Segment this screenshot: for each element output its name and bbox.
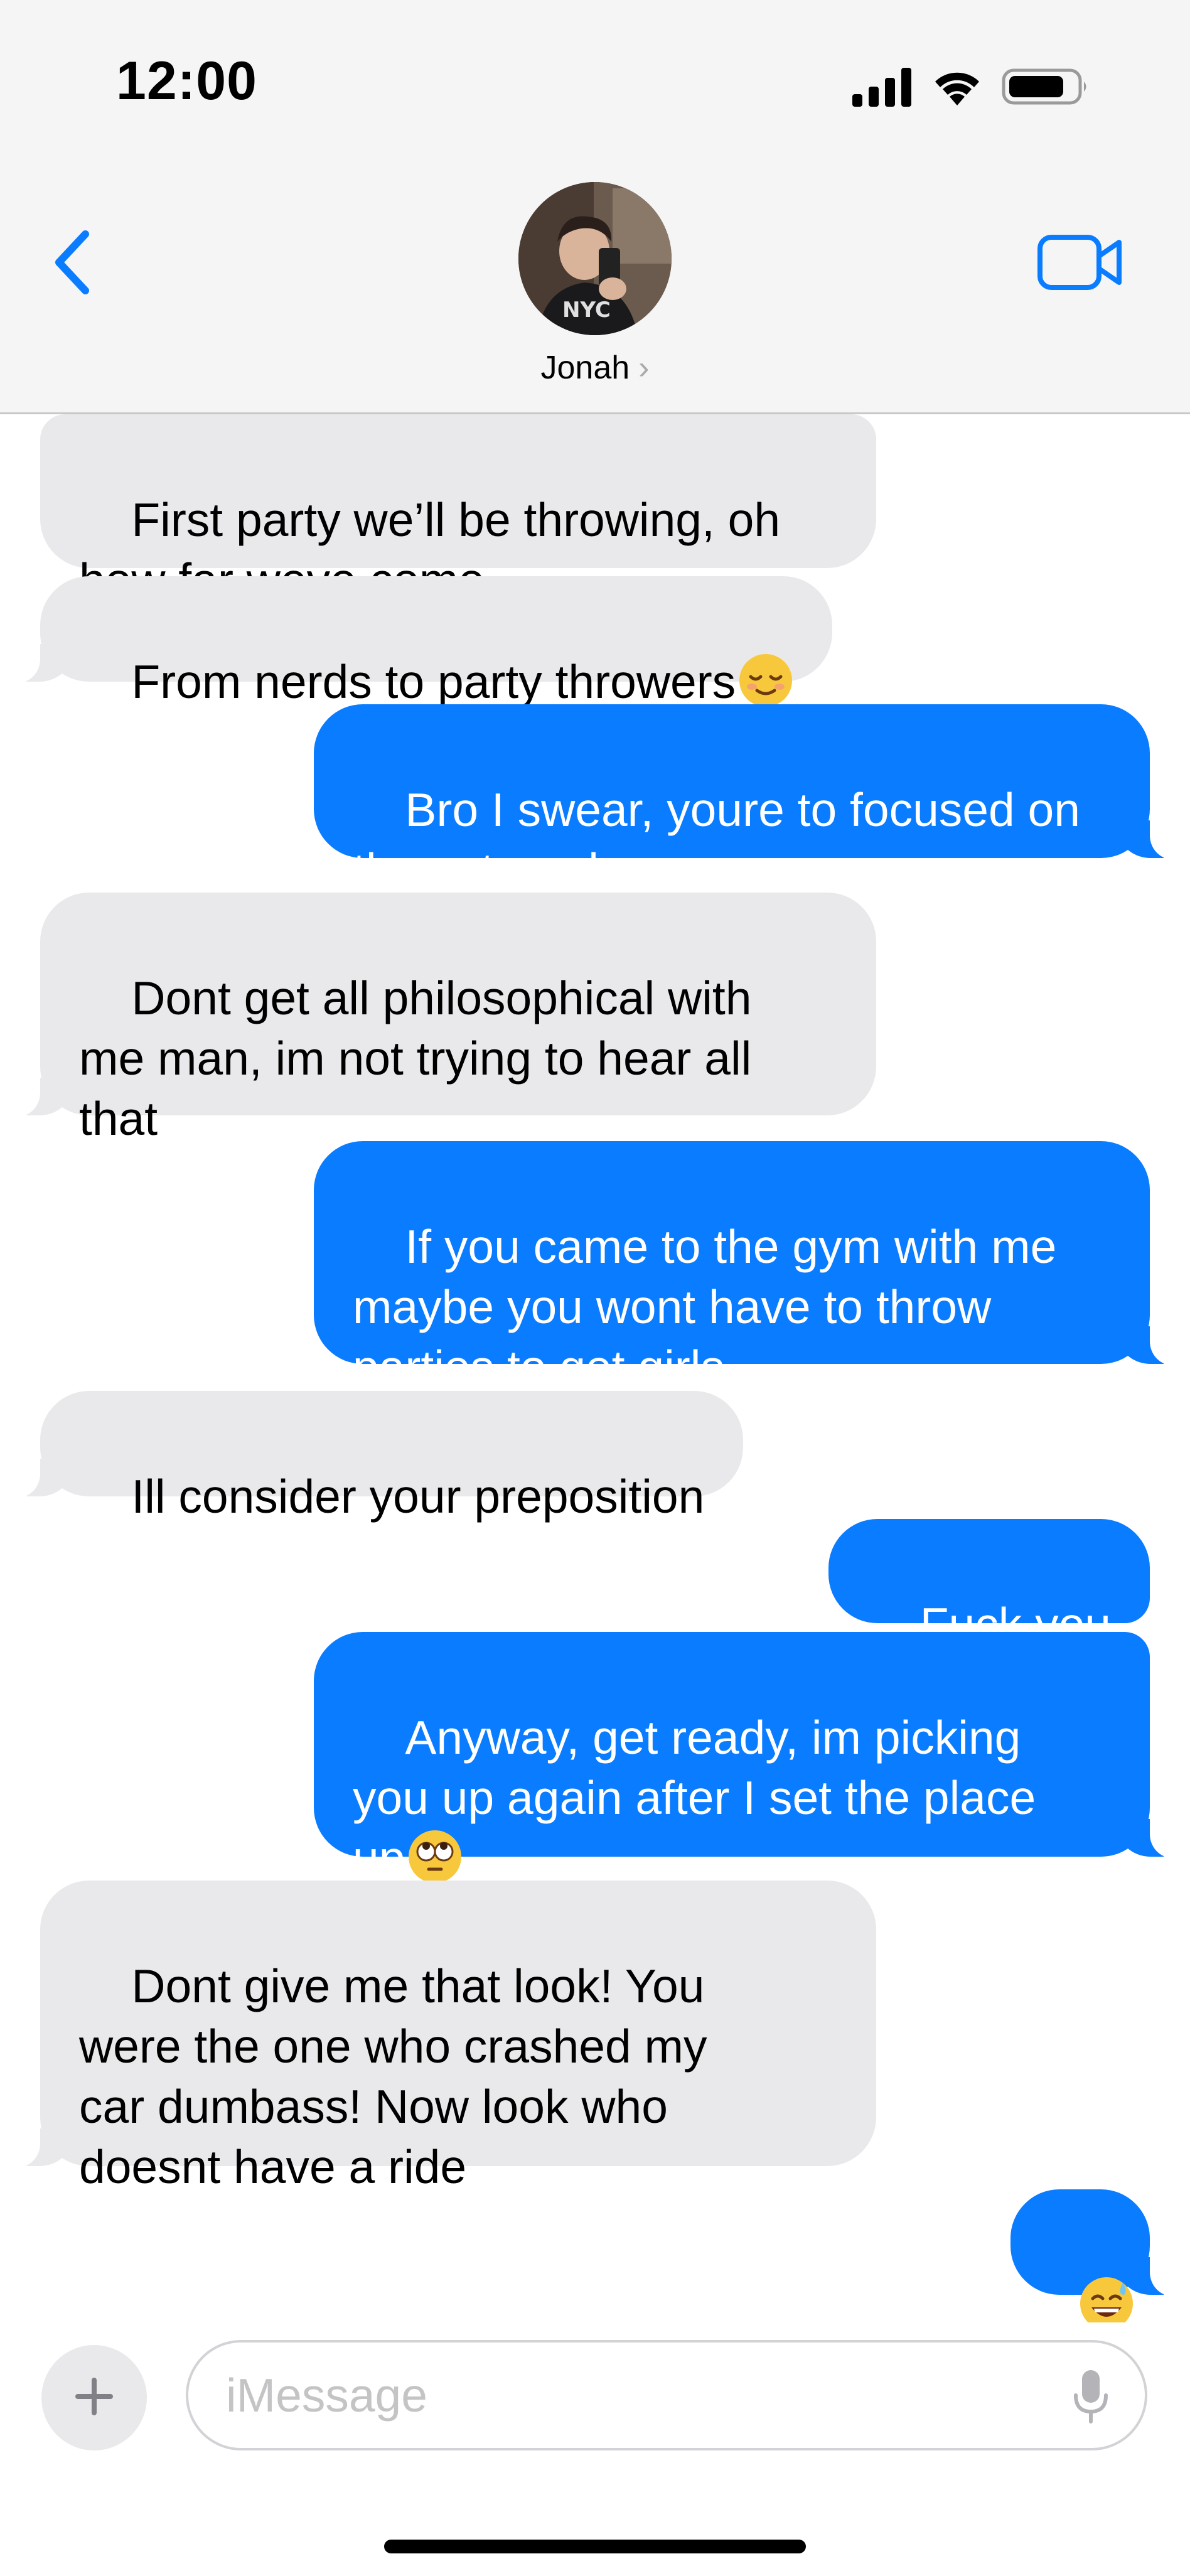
apps-plus-button[interactable] <box>41 2345 147 2450</box>
message-thread[interactable]: First party we’ll be throwing, oh how fa… <box>0 414 1190 2330</box>
message-bubble-outgoing[interactable]: Bro I swear, youre to focused on the ext… <box>314 704 1180 896</box>
message-bubble-incoming[interactable]: Dont give me that look! You were the one… <box>10 1881 876 2193</box>
wifi-icon <box>930 67 984 110</box>
contact-info-button[interactable]: NYC Jonah › <box>0 182 1190 387</box>
cellular-signal-icon <box>852 67 913 110</box>
contact-name: Jonah <box>540 350 630 386</box>
status-icons <box>852 63 1090 113</box>
message-text: From nerds to party throwers <box>131 655 736 708</box>
avatar: NYC <box>518 182 672 335</box>
message-bubble-incoming[interactable]: From nerds to party throwers <box>9 576 833 708</box>
relieved-face-icon <box>738 653 793 708</box>
message-text: If you came to the gym with me maybe you… <box>353 1220 1057 1393</box>
home-indicator[interactable] <box>384 2540 806 2553</box>
facetime-video-button[interactable] <box>1036 232 1124 295</box>
eye-roll-face-icon <box>407 1829 463 1884</box>
video-camera-icon <box>1036 233 1124 294</box>
message-text: Dont give me that look! You were the one… <box>79 1960 707 2193</box>
message-bubble-outgoing[interactable]: Fuck you <box>828 1519 1150 1651</box>
message-bubble-incoming[interactable]: First party we’ll be throwing, oh how fa… <box>40 414 876 606</box>
dictation-button[interactable] <box>1066 2366 1116 2429</box>
message-text: Bro I swear, youre to focused on the ext… <box>353 783 1080 896</box>
conversation-header: 12:00 NYC Jonah › <box>0 0 1190 414</box>
imessage-input[interactable] <box>186 2340 1147 2450</box>
message-bubble-outgoing[interactable] <box>1010 2189 1180 2330</box>
message-bubble-outgoing[interactable]: If you came to the gym with me maybe you… <box>314 1141 1180 1393</box>
message-bubble-outgoing[interactable]: Anyway, get ready, im picking you up aga… <box>314 1632 1180 1884</box>
message-composer <box>0 2322 1190 2576</box>
svg-text:NYC: NYC <box>562 298 611 323</box>
message-bubble-incoming[interactable]: Dont get all philosophical with me man, … <box>10 893 876 1145</box>
contact-name-row: Jonah › <box>540 349 649 387</box>
status-time: 12:00 <box>116 51 257 111</box>
message-text: Dont get all philosophical with me man, … <box>79 972 752 1145</box>
chevron-right-icon: › <box>638 350 650 386</box>
battery-icon <box>1002 67 1090 110</box>
plus-icon <box>74 2376 114 2420</box>
microphone-icon <box>1071 2368 1111 2428</box>
message-text: Ill consider your preposition <box>131 1470 705 1523</box>
message-bubble-incoming[interactable]: Ill consider your preposition <box>9 1391 744 1523</box>
